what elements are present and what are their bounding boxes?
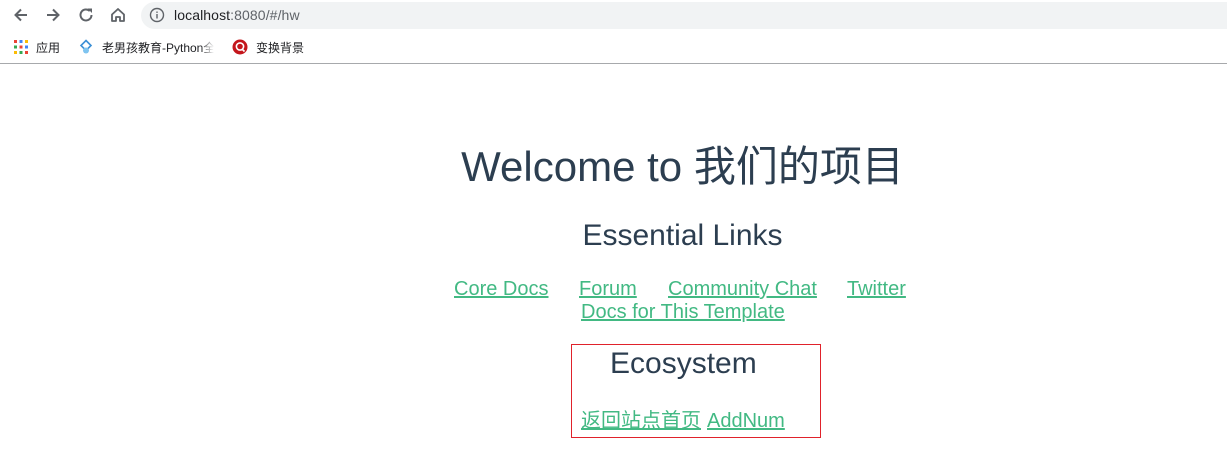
reload-button[interactable] [75, 4, 97, 26]
reload-icon [79, 8, 93, 22]
bookmark-apps[interactable]: 应用 [14, 38, 60, 56]
home-button[interactable] [107, 4, 129, 26]
ecosystem-heading: Ecosystem [610, 347, 757, 380]
link-community-chat[interactable]: Community Chat [668, 277, 817, 301]
essential-links-heading: Essential Links [582, 219, 783, 252]
link-twitter[interactable]: Twitter [847, 277, 906, 301]
link-back-home[interactable]: 返回站点首页 [581, 409, 701, 433]
browser-toolbar: localhost:8080/#/hw [0, 0, 1227, 31]
page-content: Welcome to 我们的项目 Essential Links Core Do… [0, 64, 1227, 472]
link-addnum[interactable]: AddNum [707, 409, 785, 433]
bookmark-oldboy[interactable]: 老男孩教育-Python全 [78, 38, 214, 56]
bookmark-label: 老男孩教育-Python全 [102, 40, 214, 55]
back-button[interactable] [10, 4, 32, 26]
url-text[interactable]: localhost:8080/#/hw [174, 6, 300, 25]
red-circle-icon [232, 39, 248, 55]
apps-grid-icon [14, 40, 28, 54]
link-core-docs[interactable]: Core Docs [454, 277, 548, 301]
bookmark-label: 应用 [36, 40, 61, 55]
bookmark-label: 变换背景 [256, 40, 305, 55]
forward-button[interactable] [42, 4, 64, 26]
bookmarks-bar: 应用 老男孩教育-Python全 变换背景 [0, 32, 1227, 64]
forward-arrow-icon [47, 8, 60, 22]
bookmark-change-bg[interactable]: 变换背景 [232, 38, 304, 56]
home-icon [111, 8, 125, 22]
site-favicon-icon [79, 39, 93, 54]
page-title: Welcome to 我们的项目 [461, 143, 904, 190]
url-path: :8080/#/hw [230, 7, 300, 23]
site-info-icon[interactable] [149, 7, 165, 23]
back-arrow-icon [14, 8, 27, 22]
link-docs-template[interactable]: Docs for This Template [581, 300, 785, 324]
address-bar[interactable]: localhost:8080/#/hw [141, 2, 1227, 29]
link-forum[interactable]: Forum [579, 277, 637, 301]
url-host: localhost [174, 7, 231, 23]
